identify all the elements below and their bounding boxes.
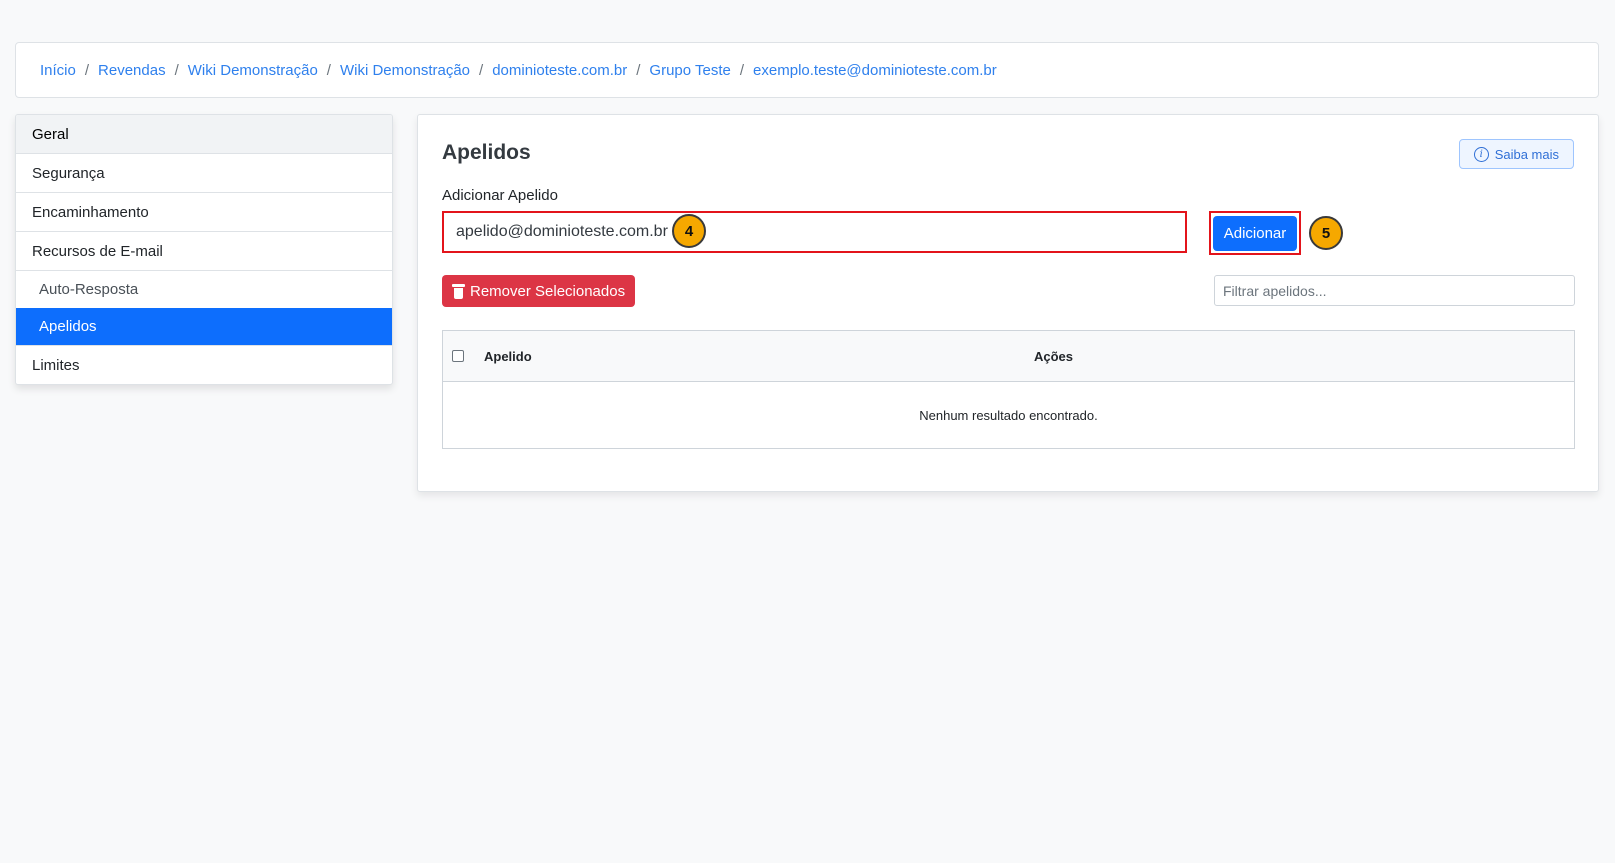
add-alias-label: Adicionar Apelido <box>442 187 558 204</box>
filter-aliases-input[interactable] <box>1214 275 1575 306</box>
alias-input-value: apelido@dominioteste.com.br <box>456 223 668 240</box>
alias-input[interactable]: apelido@dominioteste.com.br 4 <box>442 211 1187 253</box>
remove-selected-label: Remover Selecionados <box>470 282 626 300</box>
breadcrumb-inicio[interactable]: Início <box>40 62 76 79</box>
remove-selected-button[interactable]: Remover Selecionados <box>442 275 636 307</box>
sidebar-item-seguranca[interactable]: Segurança <box>16 154 392 193</box>
select-all-checkbox[interactable] <box>452 350 464 362</box>
learn-more-button[interactable]: i Saiba mais <box>1458 139 1574 169</box>
table-header: Apelido Ações <box>443 331 1574 382</box>
breadcrumb-account[interactable]: exemplo.teste@dominioteste.com.br <box>753 62 997 79</box>
breadcrumb-group[interactable]: Grupo Teste <box>649 62 730 79</box>
table-empty-row: Nenhum resultado encontrado. <box>443 382 1574 448</box>
empty-message: Nenhum resultado encontrado. <box>919 407 1098 423</box>
breadcrumb-separator: / <box>739 61 745 79</box>
sidebar-item-auto-resposta[interactable]: Auto-Resposta <box>16 271 392 308</box>
sidebar-item-geral[interactable]: Geral <box>16 115 392 154</box>
sidebar-item-recursos-email[interactable]: Recursos de E-mail <box>16 232 392 271</box>
step-marker-5: 5 <box>1309 216 1343 250</box>
sidebar-item-apelidos[interactable]: Apelidos <box>16 308 392 345</box>
breadcrumb-separator: / <box>636 61 641 79</box>
add-alias-button[interactable]: Adicionar <box>1213 215 1297 251</box>
aliases-panel: Apelidos i Saiba mais Adicionar Apelido … <box>417 114 1599 492</box>
page-title: Apelidos <box>442 141 531 164</box>
info-icon: i <box>1473 146 1489 162</box>
breadcrumb-revendas[interactable]: Revendas <box>98 62 166 79</box>
sidebar-item-limites[interactable]: Limites <box>16 345 392 384</box>
breadcrumb: Início / Revendas / Wiki Demonstração / … <box>15 42 1599 98</box>
breadcrumb-domain[interactable]: dominioteste.com.br <box>492 62 627 79</box>
breadcrumb-separator: / <box>84 61 90 79</box>
sidebar: Geral Segurança Encaminhamento Recursos … <box>15 114 393 385</box>
add-button-highlight: Adicionar <box>1209 211 1301 255</box>
column-header-actions: Ações <box>1034 348 1074 364</box>
trash-icon <box>452 283 465 299</box>
breadcrumb-separator: / <box>174 61 179 79</box>
sidebar-item-encaminhamento[interactable]: Encaminhamento <box>16 193 392 232</box>
breadcrumb-separator: / <box>326 61 331 79</box>
breadcrumb-wiki-2[interactable]: Wiki Demonstração <box>340 62 470 79</box>
aliases-table: Apelido Ações Nenhum resultado encontrad… <box>442 330 1575 449</box>
breadcrumb-separator: / <box>479 61 484 79</box>
step-marker-4: 4 <box>672 214 706 248</box>
breadcrumb-wiki-1[interactable]: Wiki Demonstração <box>188 62 318 79</box>
learn-more-label: Saiba mais <box>1494 146 1559 162</box>
column-header-alias: Apelido <box>484 348 532 364</box>
